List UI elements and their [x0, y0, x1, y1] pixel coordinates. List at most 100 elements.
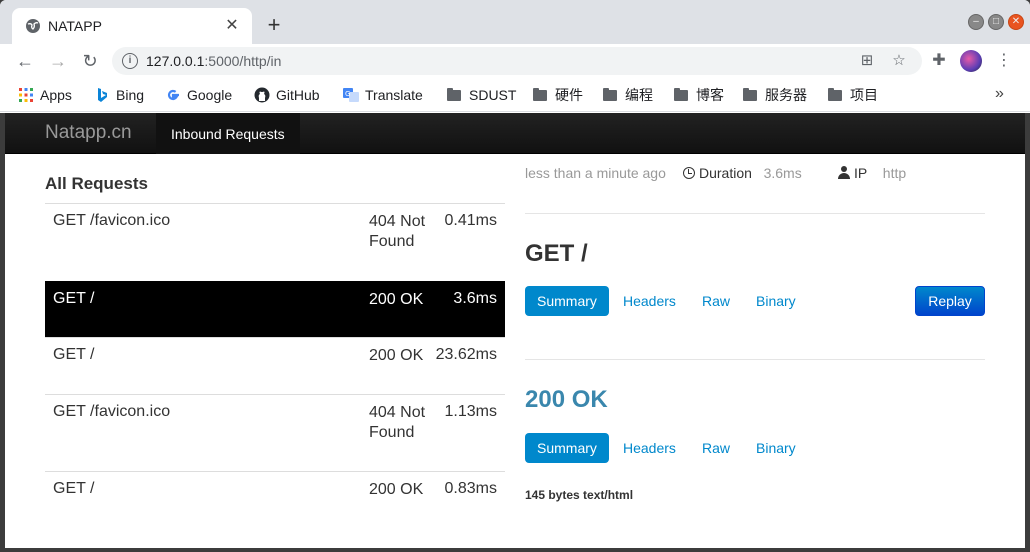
- maximize-button[interactable]: □: [988, 14, 1004, 30]
- tab-close-icon[interactable]: ✕: [222, 16, 242, 36]
- reload-icon[interactable]: ↻: [79, 50, 101, 72]
- app-navbar: Natapp.cn Inbound Requests: [5, 113, 1025, 154]
- request-status: 200 OK: [369, 347, 424, 364]
- tab-request-binary[interactable]: Binary: [744, 286, 808, 316]
- browser-toolbar: ← → ↻ i 127.0.0.1:5000/http/in ⊞ ☆ ✚ ⋮: [0, 44, 1030, 78]
- table-row[interactable]: GET /favicon.ico 404 Not Found 1.13ms: [45, 394, 505, 471]
- translate-page-icon[interactable]: ⊞: [858, 52, 876, 70]
- nav-tab-inbound-requests[interactable]: Inbound Requests: [156, 113, 300, 154]
- requests-table: GET /favicon.ico 404 Not Found 0.41ms GE…: [45, 203, 505, 531]
- browser-tab[interactable]: NATAPP ✕: [12, 8, 252, 44]
- bookmark-folder-hardware[interactable]: 硬件: [533, 85, 583, 105]
- request-duration: 1.13ms: [444, 403, 497, 420]
- window-border-bottom: [0, 548, 1030, 552]
- tab-strip: NATAPP ✕ + – □ ✕: [0, 0, 1030, 44]
- bookmark-bing[interactable]: Bing: [94, 85, 144, 105]
- request-path: GET /: [53, 346, 95, 363]
- folder-icon: [447, 88, 461, 101]
- profile-avatar[interactable]: [960, 50, 982, 72]
- bookmark-label: 硬件: [555, 87, 583, 103]
- bookmark-folder-programming[interactable]: 编程: [603, 85, 653, 105]
- bookmark-apps[interactable]: Apps: [18, 85, 72, 105]
- user-icon: [838, 166, 850, 179]
- tab-response-raw[interactable]: Raw: [690, 433, 742, 463]
- bookmark-label: 服务器: [765, 87, 807, 103]
- svg-text:G: G: [345, 90, 350, 98]
- duration-value: 3.6ms: [763, 165, 802, 181]
- response-summary: 145 bytes text/html: [525, 488, 634, 502]
- request-duration: 0.83ms: [444, 480, 497, 497]
- new-tab-button[interactable]: +: [262, 14, 286, 38]
- tab-response-summary[interactable]: Summary: [525, 433, 609, 463]
- folder-icon: [533, 88, 547, 101]
- bookmark-star-icon[interactable]: ☆: [890, 52, 908, 70]
- response-title: 200 OK: [525, 386, 608, 413]
- folder-icon: [674, 88, 688, 101]
- duration-meta: Duration 3.6ms: [683, 165, 802, 181]
- tab-request-raw[interactable]: Raw: [690, 286, 742, 316]
- response-tabs: Summary Headers Raw Binary: [525, 433, 985, 463]
- close-window-button[interactable]: ✕: [1008, 14, 1024, 30]
- request-title: GET /: [525, 240, 588, 267]
- menu-icon[interactable]: ⋮: [993, 50, 1015, 72]
- request-duration: 3.6ms: [453, 290, 497, 307]
- request-duration: 0.41ms: [444, 212, 497, 229]
- request-path: GET /: [53, 290, 95, 307]
- bookmark-folder-sdust[interactable]: SDUST: [447, 85, 516, 105]
- window-border-left: [0, 113, 5, 552]
- bookmark-label: Google: [187, 87, 233, 103]
- replay-button[interactable]: Replay: [915, 286, 985, 316]
- ip-meta: IP http: [838, 165, 906, 181]
- google-icon: [168, 89, 179, 101]
- extensions-icon[interactable]: ✚: [928, 50, 950, 72]
- bookmark-label: Bing: [116, 87, 145, 103]
- request-path: GET /favicon.ico: [53, 403, 171, 420]
- url-text[interactable]: 127.0.0.1:5000/http/in: [146, 53, 281, 69]
- info-icon[interactable]: i: [122, 53, 138, 69]
- nav-tab-label: Inbound Requests: [171, 126, 285, 142]
- requests-title: All Requests: [45, 174, 148, 193]
- bookmark-label: Translate: [365, 87, 423, 103]
- forward-icon[interactable]: →: [47, 50, 69, 72]
- bookmark-google[interactable]: Google: [165, 85, 232, 105]
- request-tabs: Summary Headers Raw Binary Replay: [525, 286, 985, 316]
- tab-title: NATAPP: [48, 18, 102, 34]
- tab-request-summary[interactable]: Summary: [525, 286, 609, 316]
- folder-icon: [603, 88, 617, 101]
- table-row[interactable]: GET /favicon.ico 404 Not Found 0.41ms: [45, 203, 505, 281]
- bookmark-folder-server[interactable]: 服务器: [743, 85, 807, 105]
- bookmark-github[interactable]: GitHub: [254, 85, 320, 105]
- table-row-selected[interactable]: GET / 200 OK 3.6ms: [45, 281, 505, 337]
- brand-logo[interactable]: Natapp.cn: [45, 122, 132, 144]
- bookmark-label: 项目: [850, 87, 878, 103]
- request-status: 404 Not Found: [369, 213, 426, 250]
- table-row[interactable]: GET / 200 OK 0.83ms: [45, 471, 505, 531]
- duration-label: Duration: [699, 165, 752, 181]
- main-content: All Requests GET /favicon.ico 404 Not Fo…: [5, 154, 1025, 552]
- window-border-right: [1025, 113, 1030, 552]
- request-meta: less than a minute ago Duration 3.6ms IP…: [525, 165, 985, 185]
- divider: [525, 359, 985, 360]
- bookmarks-bar: Apps Bing Google GitHub G Translate SDUST…: [0, 78, 1030, 112]
- bookmark-translate[interactable]: G Translate: [343, 85, 423, 105]
- tab-request-headers[interactable]: Headers: [611, 286, 688, 316]
- address-bar[interactable]: i 127.0.0.1:5000/http/in ⊞ ☆: [112, 47, 922, 75]
- bookmark-label: 博客: [696, 87, 724, 103]
- request-duration: 23.62ms: [435, 346, 497, 363]
- url-host: 127.0.0.1: [146, 53, 205, 69]
- table-row[interactable]: GET / 200 OK 23.62ms: [45, 337, 505, 394]
- ip-value: http: [882, 165, 907, 181]
- bing-icon: [98, 88, 107, 102]
- request-path: GET /favicon.ico: [53, 212, 171, 229]
- translate-icon: G: [343, 88, 359, 102]
- tab-response-headers[interactable]: Headers: [611, 433, 688, 463]
- bookmark-label: SDUST: [469, 87, 517, 103]
- back-icon[interactable]: ←: [14, 50, 36, 72]
- bookmarks-overflow-button[interactable]: »: [995, 85, 1004, 103]
- bookmark-folder-blog[interactable]: 博客: [674, 85, 724, 105]
- minimize-button[interactable]: –: [968, 14, 984, 30]
- bookmark-folder-projects[interactable]: 项目: [828, 85, 878, 105]
- tab-response-binary[interactable]: Binary: [744, 433, 808, 463]
- bookmark-label: Apps: [40, 87, 72, 103]
- folder-icon: [743, 88, 757, 101]
